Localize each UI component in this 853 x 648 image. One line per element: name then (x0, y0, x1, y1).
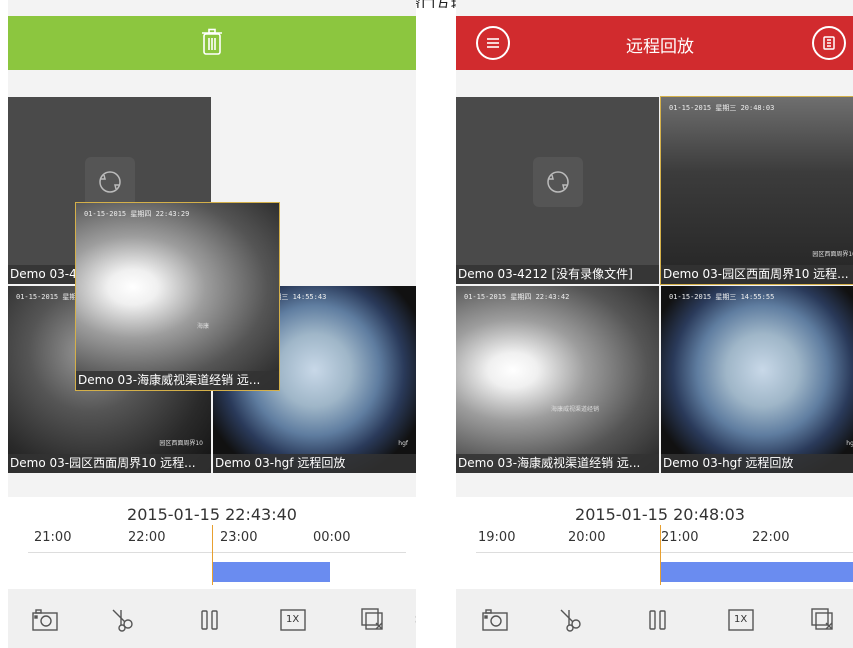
speed-button[interactable]: 1X (278, 607, 308, 633)
playback-toolbar: 1X (456, 589, 853, 648)
camera-watermark: hgf (398, 440, 408, 447)
timeline-datetime: 2015-01-15 20:48:03 (575, 505, 745, 524)
timeline-tick: 19:00 (478, 530, 516, 545)
camera-watermark: 海康 (196, 323, 209, 330)
playback-window[interactable]: 01-15-2015 星期四 22:43:42 海康威视渠道经销 Demo 03… (456, 286, 659, 473)
timeline-tick: 22:00 (128, 530, 166, 545)
close-all-windows-icon[interactable] (358, 607, 388, 633)
right-screen: 远程回放 Demo 03-4212 [没有录像文件] 01-15-2015 星期… (456, 0, 853, 648)
camera-watermark: 园区西面周界10 (812, 251, 853, 258)
timeline-tick: 21:00 (34, 530, 72, 545)
camera-icon[interactable] (480, 607, 510, 633)
timeline-tick: 21:00 (661, 530, 699, 545)
timeline-tick: 22:00 (752, 530, 790, 545)
camera-watermark: hgf (846, 440, 853, 447)
window-label: Demo 03-4212 [没有录像文件] (456, 265, 659, 284)
refresh-icon[interactable] (533, 157, 583, 207)
camera-watermark: 海康威视渠道经销 (550, 406, 599, 413)
playback-grid: Demo 03-4 01-15-2015 星期四 20:48:23 园区西面周界… (8, 97, 416, 473)
chevron-right-icon[interactable]: › (414, 609, 416, 628)
timeline-cursor[interactable] (660, 525, 661, 585)
page-title: 远程回放 (626, 37, 694, 57)
window-label: Demo 03-海康威视渠道经销 远... (456, 454, 659, 473)
window-label: Demo 03-hgf 远程回放 (661, 454, 853, 473)
window-label: Demo 03-海康威视渠道经销 远... (76, 371, 279, 390)
timeline-tick: 20:00 (568, 530, 606, 545)
timeline-tick: 23:00 (220, 530, 258, 545)
timeline[interactable]: 2015-01-15 22:43:40 21:00 22:00 23:00 00… (8, 497, 416, 589)
timeline[interactable]: 2015-01-15 20:48:03 19:00 20:00 21:00 22… (456, 497, 853, 589)
window-label: Demo 03-园区西面周界10 远程... (661, 265, 853, 284)
speed-button[interactable]: 1X (726, 607, 756, 633)
timestamp-overlay: 01-15-2015 星期四 22:43:42 (464, 293, 570, 301)
timeline-ruler (476, 552, 853, 553)
scissors-icon[interactable] (556, 607, 586, 633)
timestamp-overlay: 01-15-2015 星期三 20:48:03 (669, 104, 775, 112)
playback-window[interactable]: 01-15-2015 星期三 14:55:55 hgf Demo 03-hgf … (661, 286, 853, 473)
pause-icon[interactable] (195, 607, 225, 633)
playback-window[interactable]: 01-15-2015 星期三 20:48:03 园区西面周界10 Demo 03… (660, 96, 853, 285)
camera-icon[interactable] (30, 607, 60, 633)
scissors-icon[interactable] (108, 607, 138, 633)
camera-watermark: 园区西面周界10 (159, 440, 203, 447)
timestamp-overlay: 01-15-2015 星期四 22:43:29 (84, 210, 190, 218)
device-list-icon[interactable] (812, 26, 846, 60)
close-all-windows-icon[interactable] (808, 607, 838, 633)
pause-icon[interactable] (643, 607, 673, 633)
dragged-playback-window[interactable]: 01-15-2015 星期四 22:43:29 海康 Demo 03-海康威视渠… (75, 202, 280, 391)
timeline-ruler (28, 552, 406, 553)
trash-icon[interactable] (200, 28, 224, 56)
playback-toolbar: 1X › (8, 589, 416, 648)
refresh-icon[interactable] (85, 157, 135, 207)
timeline-tick: 00:00 (313, 530, 351, 545)
recording-segment (212, 562, 330, 582)
left-screen: Demo 03-4 01-15-2015 星期四 20:48:23 园区西面周界… (8, 0, 416, 648)
recording-segment (660, 562, 853, 582)
window-label: Demo 03-园区西面周界10 远程... (8, 454, 211, 473)
timeline-datetime: 2015-01-15 22:43:40 (127, 505, 297, 524)
playback-grid: Demo 03-4212 [没有录像文件] 01-15-2015 星期三 20:… (456, 96, 853, 473)
window-label: Demo 03-hgf 远程回放 (213, 454, 416, 473)
header-bar: 远程回放 (456, 16, 853, 70)
playback-window-empty[interactable]: Demo 03-4212 [没有录像文件] (456, 97, 659, 284)
timeline-cursor[interactable] (212, 525, 213, 585)
timestamp-overlay: 01-15-2015 星期三 14:55:55 (669, 293, 775, 301)
header-bar (8, 16, 416, 70)
